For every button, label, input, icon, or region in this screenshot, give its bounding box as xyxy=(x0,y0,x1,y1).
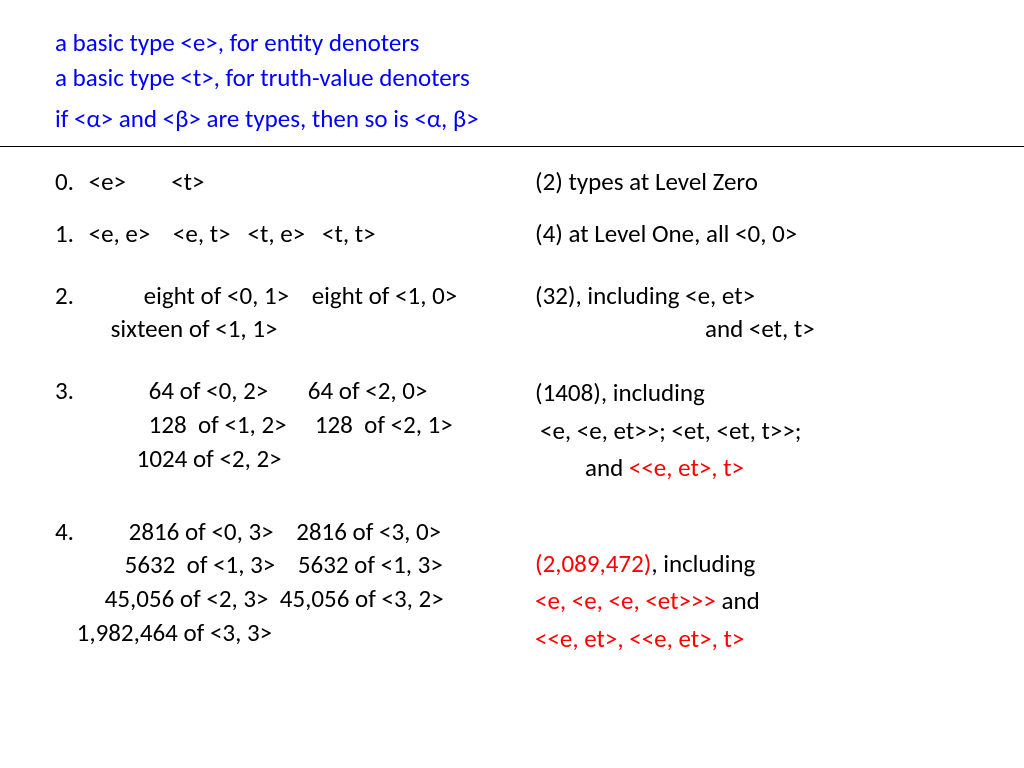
row-right-content: (4) at Level One, all <0, 0> xyxy=(535,217,969,251)
row-right-l1-red: (2,089,472) xyxy=(535,548,651,579)
row-left-l1: 2816 of <0, 3> 2816 of <3, 0> xyxy=(129,515,444,549)
row-right-l2-b: and xyxy=(716,585,760,616)
row-left-l3: 45,056 of <2, 3> 45,056 of <3, 2> xyxy=(105,582,444,616)
row-left-content: <e> <t> xyxy=(89,166,205,197)
row-right-l1-b: , including xyxy=(651,548,755,579)
slide: a basic type <e>, for entity denoters a … xyxy=(0,0,1024,768)
row-right-content: (2) types at Level Zero xyxy=(535,165,969,199)
row-right-l2: <e, <e, <e, <et>>> and xyxy=(535,582,969,620)
row-number: 4. xyxy=(55,515,83,549)
row-number: 2. xyxy=(55,279,83,313)
row-right-l1: (32), including <e, et> xyxy=(535,279,969,313)
row-left-l3: 1024 of <2, 2> xyxy=(137,442,453,476)
row-right-l3-a: and xyxy=(585,452,629,483)
row-number: 3. xyxy=(55,374,83,408)
row-left-l2: 5632 of <1, 3> 5632 of <1, 3> xyxy=(125,548,444,582)
row-right-l3: <<e, et>, <<e, et>, t> xyxy=(535,620,969,658)
row-left-l4: 1,982,464 of <3, 3> xyxy=(77,616,444,650)
row-right-l2: and <et, t> xyxy=(705,312,969,346)
row-left-content: <e, e> <e, t> <t, e> <t, t> xyxy=(89,218,376,249)
row-right-l3-red: <<e, et>, t> xyxy=(629,452,744,483)
level-2-row: 2. eight of <0, 1> eight of <1, 0> sixte… xyxy=(55,279,969,347)
row-right-l2-red: <e, <e, <e, <et>>> xyxy=(535,585,716,616)
level-4-row: 4. 2816 of <0, 3> 2816 of <3, 0> 5632 of… xyxy=(55,515,969,658)
row-right-l1: (2,089,472), including xyxy=(535,545,969,583)
row-number: 1. xyxy=(55,217,83,251)
header-line-2: a basic type <t>, for truth-value denote… xyxy=(55,60,969,95)
divider xyxy=(0,146,1024,147)
row-right-l2: <e, <e, et>>; <et, <et, t>>; xyxy=(540,412,969,450)
row-left-l2: 128 of <1, 2> 128 of <2, 1> xyxy=(149,408,453,442)
level-3-row: 3. 64 of <0, 2> 64 of <2, 0> 128 of <1, … xyxy=(55,374,969,487)
header-line-3: if <α> and <β> are types, then so is <α,… xyxy=(55,101,969,136)
row-number: 0. xyxy=(55,165,83,199)
row-right-l1: (1408), including xyxy=(535,374,969,412)
row-left-l2: sixteen of <1, 1> xyxy=(111,312,458,346)
level-1-row: 1. <e, e> <e, t> <t, e> <t, t> (4) at Le… xyxy=(55,217,969,251)
header-line-1: a basic type <e>, for entity denoters xyxy=(55,25,969,60)
level-0-row: 0. <e> <t> (2) types at Level Zero xyxy=(55,165,969,199)
row-right-l3: and <<e, et>, t> xyxy=(585,449,969,487)
row-left-l1: 64 of <0, 2> 64 of <2, 0> xyxy=(149,374,453,408)
row-left-l1: eight of <0, 1> eight of <1, 0> xyxy=(144,279,458,313)
